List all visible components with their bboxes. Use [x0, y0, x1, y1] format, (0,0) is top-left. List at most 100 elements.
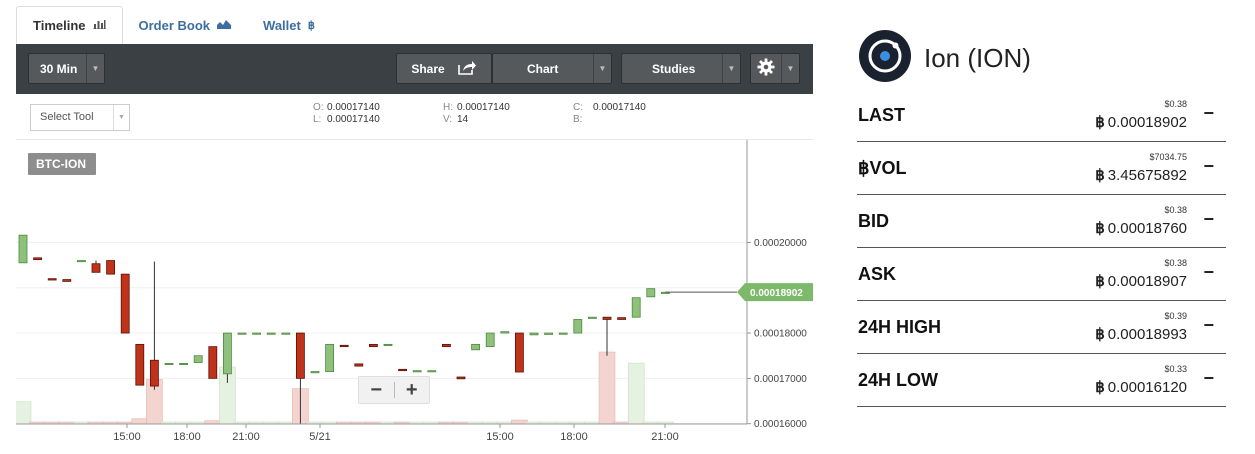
ohlc-infobar: Select Tool ▼ O: 0.00017140 L: 0.00017140 …	[16, 94, 813, 140]
last-price-tag-text: 0.00018902	[750, 288, 803, 299]
close-value: 0.00017140	[593, 102, 646, 113]
stat-row-vol: ฿VOL $7034.75 ฿ 3.45675892−	[857, 142, 1226, 195]
stat-usd-value: $0.33	[1164, 364, 1187, 374]
zoom-in-button[interactable]: +	[395, 377, 430, 403]
stat-row-ask: ASK $0.38 ฿ 0.00018907−	[857, 248, 1226, 301]
tab-order-book[interactable]: Order Book	[123, 6, 248, 44]
collapse-toggle-button[interactable]: −	[1203, 156, 1214, 177]
price-chart[interactable]: 0.000200000.000190000.000180000.00017000…	[16, 140, 813, 446]
volume-bar	[131, 418, 149, 425]
chart-type-dropdown[interactable]: Chart ▼	[492, 53, 612, 84]
y-tick-label: 0.00017000	[754, 374, 807, 385]
candle-up	[77, 260, 86, 263]
bitcoin-icon: ฿	[307, 19, 315, 32]
stat-usd-value: $0.38	[1164, 205, 1187, 215]
candle-down	[91, 263, 101, 273]
b-key: B:	[573, 114, 583, 125]
volume-key: V:	[443, 114, 453, 125]
volume-value: 14	[457, 114, 469, 125]
open-key: O:	[313, 102, 324, 113]
stat-row-bid: BID $0.38 ฿ 0.00018760−	[857, 195, 1226, 248]
bar-chart-icon	[92, 19, 106, 32]
symbol-label-text: BTC-ION	[36, 157, 86, 171]
candle-up	[427, 370, 437, 373]
x-tick-label: 18:00	[560, 431, 588, 443]
chevron-down-icon: ▼	[113, 105, 129, 130]
coin-title: Ion (ION)	[924, 42, 1031, 73]
stat-row-last: LAST $0.38 ฿ 0.00018902−	[857, 89, 1226, 142]
candle-down	[47, 278, 57, 281]
collapse-toggle-button[interactable]: −	[1203, 315, 1214, 336]
candle-up	[266, 332, 276, 335]
stat-usd-value: $0.38	[1164, 99, 1187, 109]
candle-up	[558, 332, 568, 335]
chart-tabs: Timeline Order Book Wallet ฿	[16, 6, 331, 44]
stat-row-24h-high: 24H HIGH $0.39 ฿ 0.00018993−	[857, 301, 1226, 354]
studies-dropdown[interactable]: Studies ▼	[621, 53, 741, 84]
chart-toolbar: 30 Min ▼ Share Chart ▼ Studies ▼ ▼	[16, 44, 813, 94]
bitcoin-icon: ฿	[1095, 379, 1105, 396]
chevron-down-icon: ▼	[593, 54, 611, 83]
high-key: H:	[443, 102, 453, 113]
candle-up	[631, 297, 641, 318]
candle-down	[135, 343, 145, 386]
candle-up	[179, 363, 189, 366]
stat-usd-value: $0.39	[1164, 311, 1187, 321]
zoom-out-button[interactable]: −	[359, 377, 394, 403]
tab-wallet-label: Wallet	[263, 17, 301, 33]
collapse-toggle-button[interactable]: −	[1203, 368, 1214, 389]
select-tool-label: Select Tool	[40, 111, 94, 123]
coin-header: Ion (ION)	[858, 29, 1031, 85]
volume-bar	[598, 351, 616, 425]
candle-down	[514, 332, 524, 373]
collapse-toggle-button[interactable]: −	[1203, 209, 1214, 230]
stat-label: ฿VOL	[858, 158, 907, 178]
candle-up	[237, 332, 247, 335]
candle-down	[602, 316, 612, 320]
collapse-toggle-button[interactable]: −	[1203, 103, 1214, 124]
candle-up	[544, 332, 553, 335]
ohlc-close: C: 0.00017140 B:	[573, 102, 646, 126]
stat-row-24h-low: 24H LOW $0.33 ฿ 0.00016120−	[857, 354, 1226, 407]
stat-label: ASK	[858, 264, 897, 284]
stat-btc-value: ฿ 3.45675892	[1095, 167, 1187, 184]
candle-down	[149, 359, 159, 387]
zoom-control: − +	[358, 376, 430, 404]
chevron-down-icon: ▼	[722, 54, 740, 83]
chart-type-label: Chart	[527, 61, 559, 76]
candle-up	[252, 332, 262, 335]
candle-down	[368, 343, 378, 348]
bitcoin-icon: ฿	[1095, 114, 1105, 131]
chevron-down-icon: ▼	[86, 54, 104, 83]
candle-up	[529, 332, 539, 336]
share-button[interactable]: Share	[396, 53, 492, 84]
candle-down	[441, 343, 451, 348]
tab-timeline[interactable]: Timeline	[16, 6, 123, 44]
candle-down	[456, 376, 466, 380]
candle-up	[310, 371, 320, 374]
candle-down	[398, 368, 408, 372]
stat-usd-value: $7034.75	[1149, 152, 1187, 162]
candle-up	[588, 316, 597, 319]
stat-btc-value: ฿ 0.00018907	[1095, 273, 1187, 290]
candle-up	[471, 343, 481, 351]
candle-down	[208, 346, 218, 379]
settings-dropdown[interactable]: ▼	[750, 53, 800, 84]
collapse-toggle-button[interactable]: −	[1203, 262, 1214, 283]
y-tick-label: 0.00018000	[754, 329, 807, 340]
candle-down	[106, 260, 115, 275]
tab-order-book-label: Order Book	[138, 17, 211, 33]
y-tick-label: 0.00020000	[754, 238, 807, 249]
tab-timeline-label: Timeline	[33, 17, 86, 33]
interval-label: 30 Min	[40, 61, 78, 76]
area-chart-icon	[217, 19, 232, 32]
candle-up	[281, 332, 291, 335]
ohlc-open-low: O: 0.00017140 L: 0.00017140	[313, 102, 380, 126]
stat-label: 24H HIGH	[858, 317, 942, 337]
x-tick-label: 21:00	[232, 431, 260, 443]
candle-up	[18, 234, 28, 264]
tab-wallet[interactable]: Wallet ฿	[247, 6, 331, 44]
select-tool-dropdown[interactable]: Select Tool ▼	[30, 104, 130, 131]
last-price-tag: 0.00018902	[737, 283, 813, 302]
interval-dropdown[interactable]: 30 Min ▼	[28, 53, 105, 84]
